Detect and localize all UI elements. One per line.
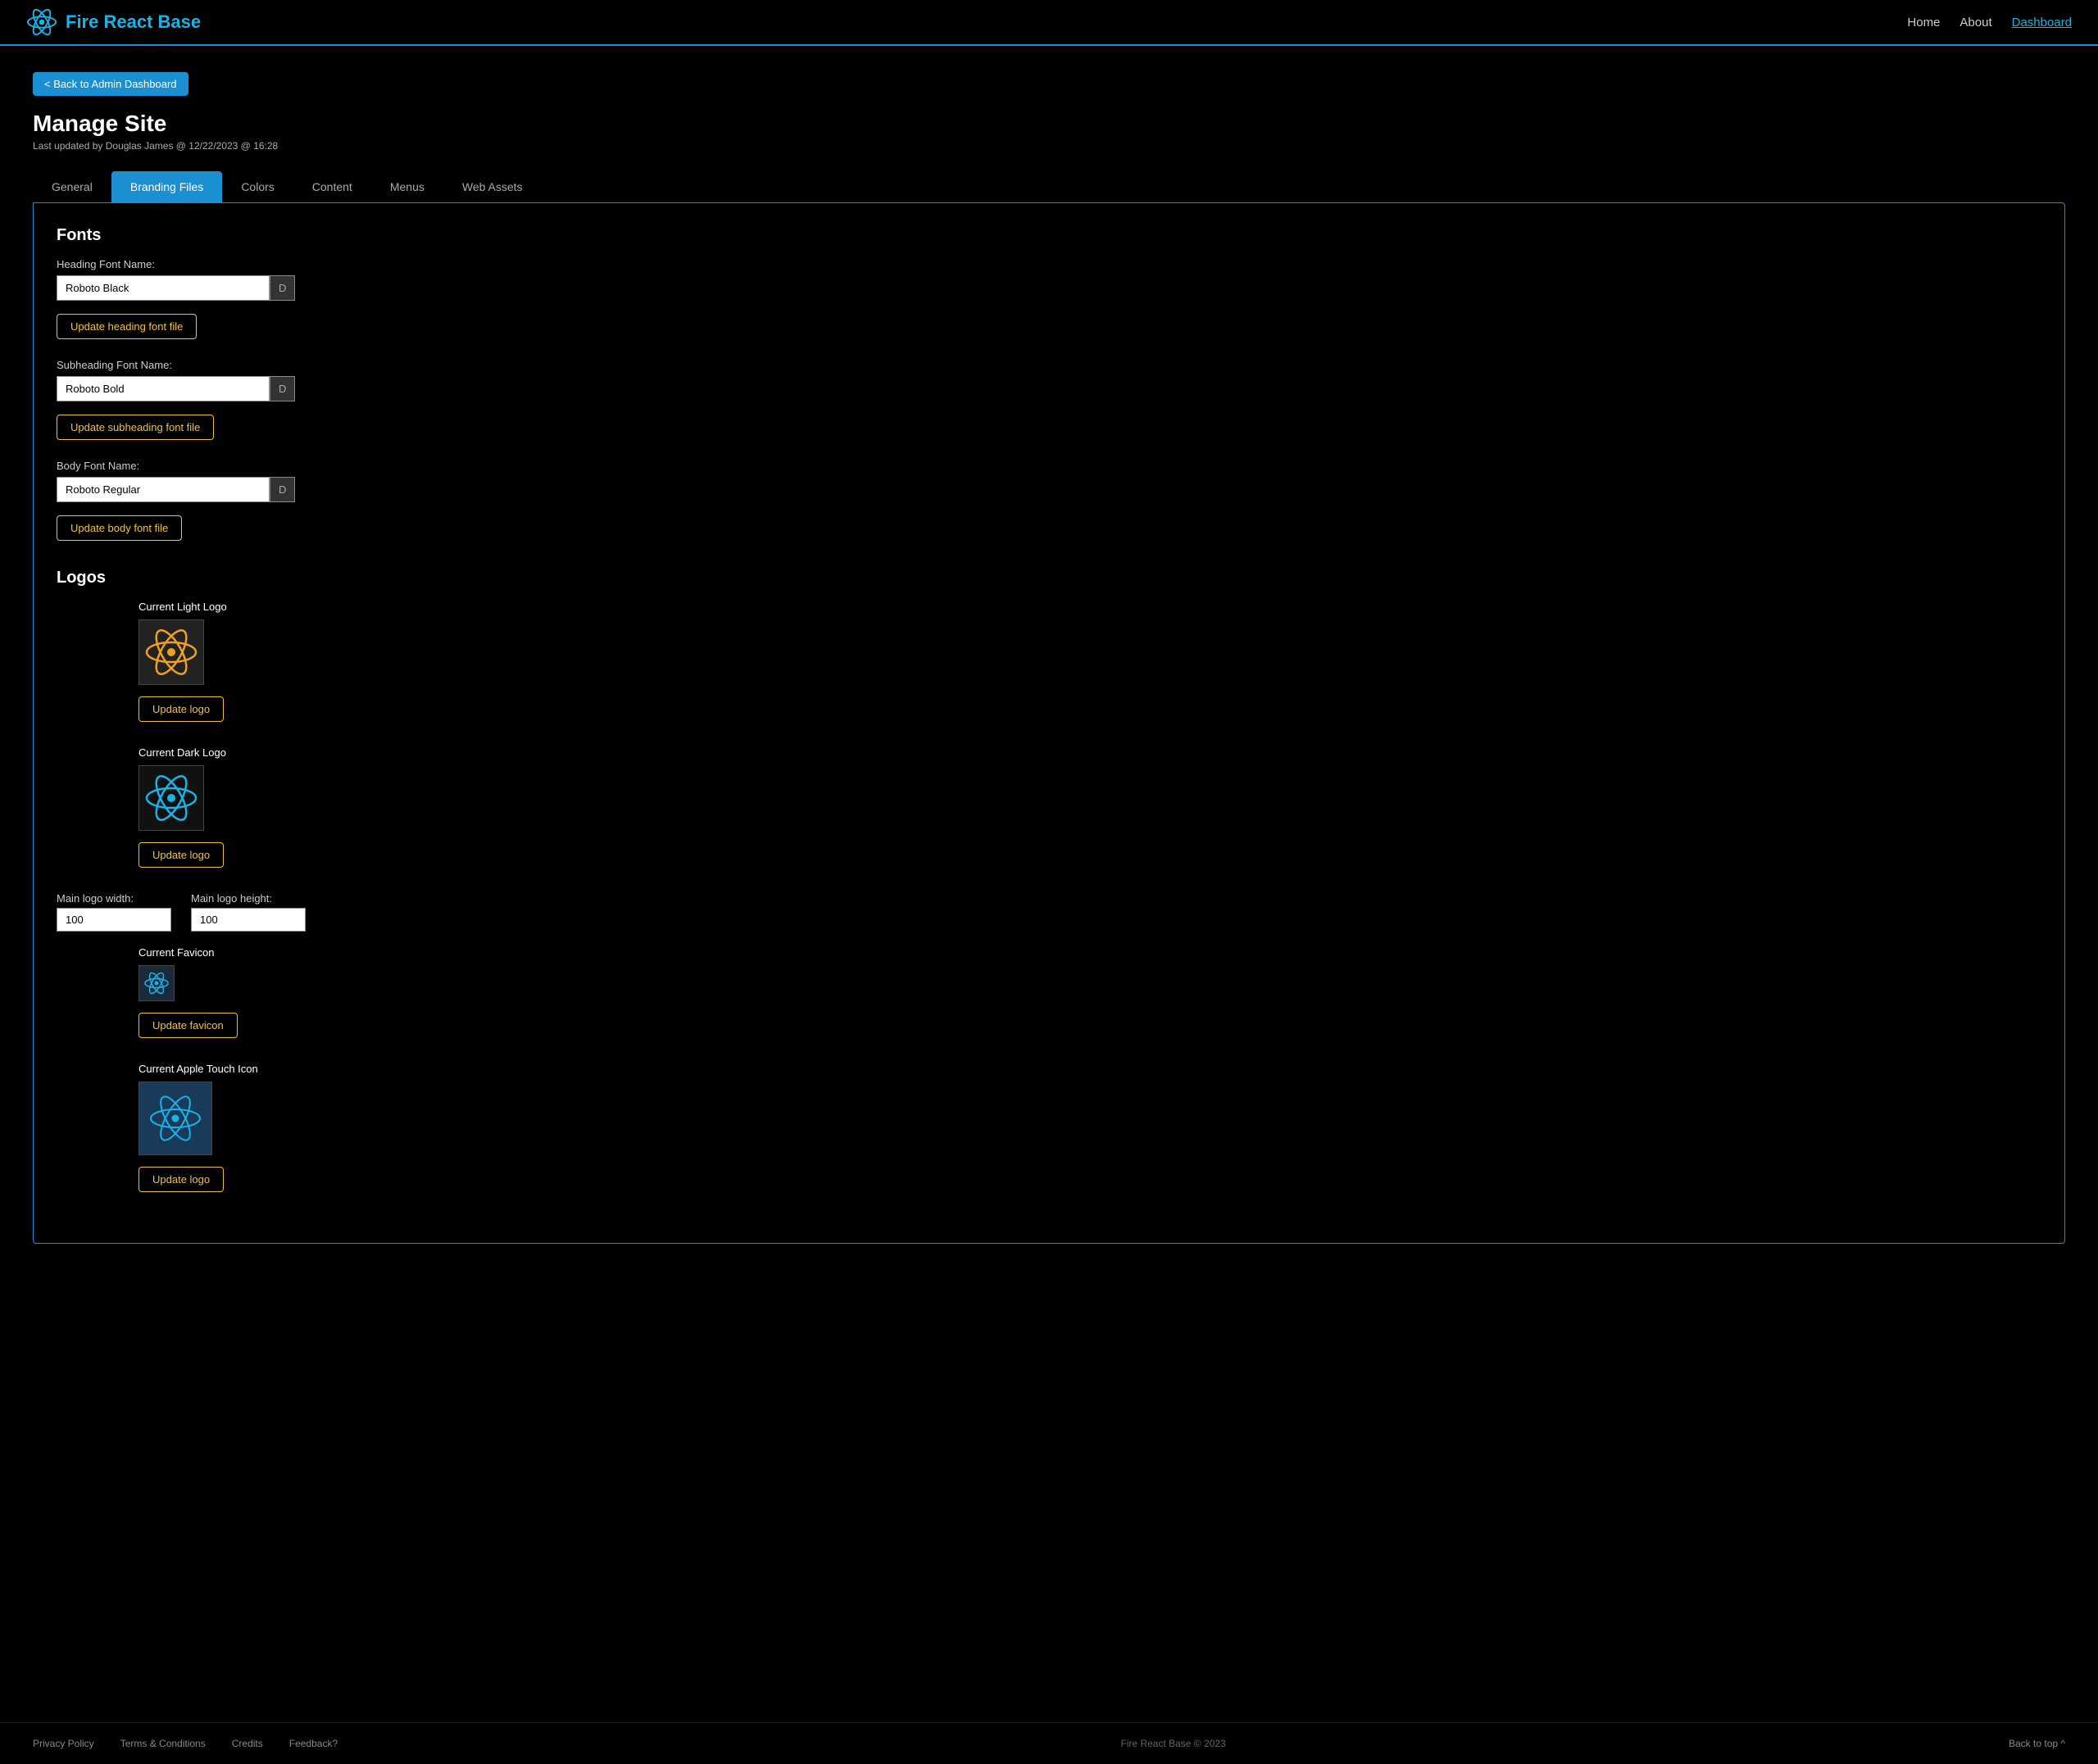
back-to-top[interactable]: Back to top ^ xyxy=(2009,1738,2065,1749)
update-touch-icon-btn[interactable]: Update logo xyxy=(139,1167,224,1192)
favicon-title: Current Favicon xyxy=(139,946,214,959)
update-favicon-btn[interactable]: Update favicon xyxy=(139,1013,238,1038)
tab-menus[interactable]: Menus xyxy=(371,171,443,202)
logos-title: Logos xyxy=(57,569,2041,587)
width-label: Main logo width: xyxy=(57,892,171,905)
favicon-preview xyxy=(139,965,175,1001)
light-logo-icon xyxy=(143,624,200,681)
tab-web-assets[interactable]: Web Assets xyxy=(443,171,542,202)
update-body-font-btn[interactable]: Update body font file xyxy=(57,515,182,541)
main-content: < Back to Admin Dashboard Manage Site La… xyxy=(0,46,2098,1722)
footer-feedback[interactable]: Feedback? xyxy=(289,1738,338,1749)
light-logo-block: Current Light Logo Update logo xyxy=(139,601,2041,730)
fonts-section: Fonts Heading Font Name: D Update headin… xyxy=(57,226,2041,549)
height-input[interactable] xyxy=(191,908,306,932)
nav-about[interactable]: About xyxy=(1959,16,1991,29)
heading-font-icon-btn[interactable]: D xyxy=(270,275,295,301)
nav-links: Home About Dashboard xyxy=(1907,16,2072,29)
react-logo-icon xyxy=(26,7,57,38)
brand: Fire React Base xyxy=(26,7,1907,38)
tabs: General Branding Files Colors Content Me… xyxy=(33,171,2065,202)
tab-colors[interactable]: Colors xyxy=(222,171,293,202)
width-input[interactable] xyxy=(57,908,171,932)
dark-logo-icon xyxy=(143,769,200,827)
back-button[interactable]: < Back to Admin Dashboard xyxy=(33,72,188,96)
subheading-font-row: D xyxy=(57,376,2041,401)
width-group: Main logo width: xyxy=(57,892,171,932)
subheading-font-icon-btn[interactable]: D xyxy=(270,376,295,401)
nav-dashboard[interactable]: Dashboard xyxy=(2012,16,2072,29)
page-title: Manage Site xyxy=(33,111,2065,137)
footer-privacy[interactable]: Privacy Policy xyxy=(33,1738,94,1749)
body-font-input[interactable] xyxy=(57,477,270,502)
footer-terms[interactable]: Terms & Conditions xyxy=(120,1738,206,1749)
body-font-icon-btn[interactable]: D xyxy=(270,477,295,502)
update-heading-font-btn[interactable]: Update heading font file xyxy=(57,314,197,339)
height-group: Main logo height: xyxy=(191,892,306,932)
dark-logo-title: Current Dark Logo xyxy=(139,746,226,759)
dark-logo-block: Current Dark Logo Update logo xyxy=(139,746,2041,876)
favicon-icon xyxy=(142,968,171,998)
subheading-font-label: Subheading Font Name: xyxy=(57,359,2041,371)
dark-logo-preview xyxy=(139,765,204,831)
fonts-title: Fonts xyxy=(57,226,2041,245)
body-font-row: D xyxy=(57,477,2041,502)
logos-section: Logos Current Light Logo Update logo Cur… xyxy=(57,569,2041,1200)
update-light-logo-btn[interactable]: Update logo xyxy=(139,696,224,722)
footer-links: Privacy Policy Terms & Conditions Credit… xyxy=(33,1738,338,1749)
page-subtitle: Last updated by Douglas James @ 12/22/20… xyxy=(33,140,2065,152)
touch-icon-block: Current Apple Touch Icon Update logo xyxy=(139,1063,2041,1200)
touch-icon-svg xyxy=(143,1086,208,1151)
footer-credits[interactable]: Credits xyxy=(232,1738,263,1749)
tab-general[interactable]: General xyxy=(33,171,111,202)
heading-font-row: D xyxy=(57,275,2041,301)
nav-home[interactable]: Home xyxy=(1907,16,1940,29)
favicon-block: Current Favicon Update favicon xyxy=(139,946,2041,1046)
heading-font-input[interactable] xyxy=(57,275,270,301)
heading-font-label: Heading Font Name: xyxy=(57,258,2041,270)
footer-copyright: Fire React Base © 2023 xyxy=(1120,1738,1225,1749)
subheading-font-input[interactable] xyxy=(57,376,270,401)
update-subheading-font-btn[interactable]: Update subheading font file xyxy=(57,415,214,440)
body-font-label: Body Font Name: xyxy=(57,460,2041,472)
panel: Fonts Heading Font Name: D Update headin… xyxy=(33,202,2065,1244)
touch-icon-title: Current Apple Touch Icon xyxy=(139,1063,258,1075)
logo-dimensions: Main logo width: Main logo height: xyxy=(57,892,2041,932)
navbar: Fire React Base Home About Dashboard xyxy=(0,0,2098,46)
light-logo-preview xyxy=(139,619,204,685)
touch-icon-preview xyxy=(139,1082,212,1155)
footer: Privacy Policy Terms & Conditions Credit… xyxy=(0,1722,2098,1764)
tab-branding-files[interactable]: Branding Files xyxy=(111,171,223,202)
brand-text: Fire React Base xyxy=(66,11,201,33)
tab-content[interactable]: Content xyxy=(293,171,371,202)
height-label: Main logo height: xyxy=(191,892,306,905)
update-dark-logo-btn[interactable]: Update logo xyxy=(139,842,224,868)
light-logo-title: Current Light Logo xyxy=(139,601,227,613)
